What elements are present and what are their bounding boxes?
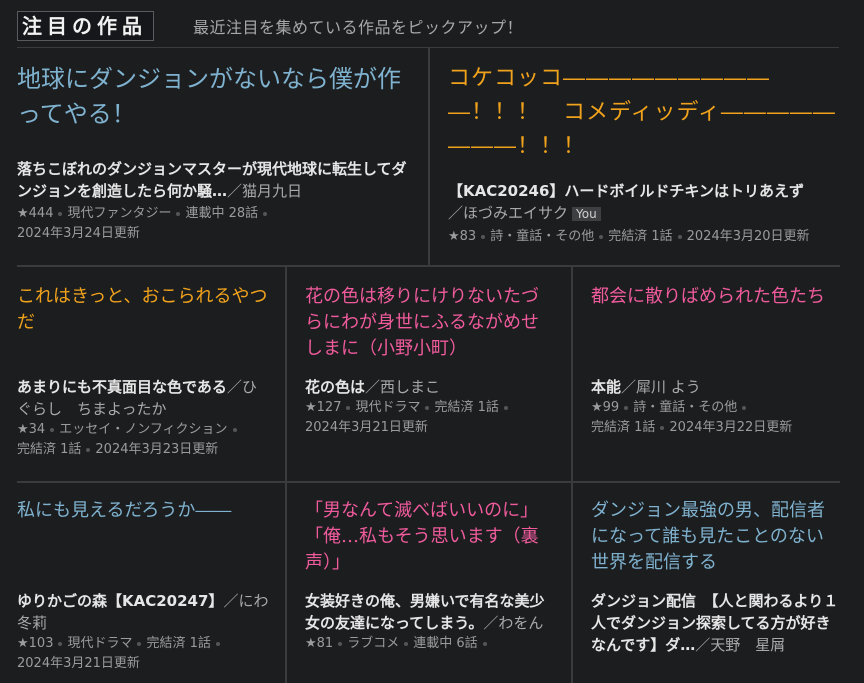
status-label: 連載中 28話 <box>185 206 259 221</box>
author-name[interactable]: ／犀川 よう <box>621 378 701 396</box>
separator-dot <box>263 211 268 216</box>
author-name[interactable]: ／猫月九日 <box>227 182 302 200</box>
star-count: ★34 <box>17 422 46 437</box>
work-catchphrase[interactable]: 本能／犀川 よう <box>591 376 840 398</box>
work-title[interactable]: 花の色は移りにけりないたづらにわが身世にふるながめせしまに（小野小町） <box>305 284 555 376</box>
status-label: 完結済 1話 <box>608 229 673 244</box>
work-desc-text: 花の色は <box>305 378 366 396</box>
genre-label: ラブコメ <box>347 636 400 651</box>
status-label: 連載中 6話 <box>413 636 478 651</box>
work-title[interactable]: これはきっと、おこられるやつだ <box>17 284 269 376</box>
divider <box>571 267 573 481</box>
star-count: ★103 <box>17 636 54 651</box>
status-label: 完結済 1話 <box>434 400 499 415</box>
work-title[interactable]: 私にも見えるだろうか―― <box>17 498 269 590</box>
work-catchphrase[interactable]: ダンジョン配信 【人と関わるより１人でダンジョン探索してる方が好きなんです】ダ…… <box>591 590 840 656</box>
updated-date: 2024年3月20日更新 <box>686 229 810 244</box>
work-meta: ★83 詩・童話・その他 完結済 1話 2024年3月20日更新 <box>448 227 840 247</box>
separator-dot <box>86 447 91 452</box>
star-count: ★99 <box>591 400 620 415</box>
separator-dot <box>346 405 351 410</box>
status-label: 完結済 1話 <box>146 636 211 651</box>
updated-date: 2024年3月21日更新 <box>305 420 428 435</box>
separator-dot <box>660 425 665 430</box>
separator-dot <box>58 211 63 216</box>
genre-label: 詩・童話・その他 <box>633 400 738 415</box>
work-title[interactable]: 都会に散りばめられた色たち <box>591 284 840 376</box>
star-count: ★127 <box>305 400 342 415</box>
work-meta: ★127 現代ドラマ 完結済 1話 2024年3月21日更新 <box>305 398 555 438</box>
separator-dot <box>503 405 508 410</box>
you-badge: You <box>572 207 601 221</box>
status-label: 完結済 1話 <box>17 442 82 457</box>
separator-dot <box>232 427 237 432</box>
genre-label: 現代ドラマ <box>67 636 133 651</box>
work-catchphrase[interactable]: 落ちこぼれのダンジョンマスターが現代地球に転生してダンジョンを創造したら何か騒…… <box>17 158 412 202</box>
work-card[interactable]: ダンジョン最強の男、配信者になって誰も見たことのない世界を配信する ダンジョン配… <box>591 498 840 656</box>
separator-dot <box>176 211 181 216</box>
work-desc-text: あまりにも不真面目な色である <box>17 378 227 396</box>
divider <box>428 48 430 265</box>
updated-date: 2024年3月23日更新 <box>95 442 219 457</box>
work-card[interactable]: 都会に散りばめられた色たち 本能／犀川 よう ★99 詩・童話・その他完結済 1話… <box>591 284 840 438</box>
author-name[interactable]: ／天野 星屑 <box>695 636 785 654</box>
author-name[interactable]: ／ほづみエイサク <box>448 204 568 222</box>
work-title[interactable]: 「男なんて滅べばいいのに」「俺…私もそう思います（裏声）」 <box>305 498 555 590</box>
work-title[interactable]: コケコッコ――――――――――！！！ コメディッディ――――――――！！！ <box>448 62 840 180</box>
divider <box>17 481 840 483</box>
work-card[interactable]: 地球にダンジョンがないなら僕が作ってやる！ 落ちこぼれのダンジョンマスターが現代… <box>17 62 412 244</box>
work-meta: ★103 現代ドラマ 完結済 1話 2024年3月21日更新 <box>17 634 269 674</box>
author-name[interactable]: ／西しまこ <box>365 378 440 396</box>
work-title[interactable]: ダンジョン最強の男、配信者になって誰も見たことのない世界を配信する <box>591 498 840 590</box>
work-meta: ★444 現代ファンタジー 連載中 28話 2024年3月24日更新 <box>17 204 412 244</box>
work-catchphrase[interactable]: あまりにも不真面目な色である／ひぐらし ちまよったか <box>17 376 269 420</box>
separator-dot <box>481 234 486 239</box>
status-label: 完結済 1話 <box>591 420 656 435</box>
separator-dot <box>624 405 629 410</box>
work-card[interactable]: これはきっと、おこられるやつだ あまりにも不真面目な色である／ひぐらし ちまよっ… <box>17 284 269 460</box>
separator-dot <box>338 641 343 646</box>
work-desc-text: 落ちこぼれのダンジョンマスターが現代地球に転生してダンジョンを創造したら何か騒… <box>17 160 407 200</box>
work-meta: ★81 ラブコメ 連載中 6話 <box>305 634 555 654</box>
updated-date: 2024年3月22日更新 <box>669 420 793 435</box>
star-count: ★444 <box>17 206 54 221</box>
divider <box>285 483 287 683</box>
genre-label: エッセイ・ノンフィクション <box>59 422 228 437</box>
separator-dot <box>137 641 142 646</box>
separator-dot <box>404 641 409 646</box>
divider <box>571 483 573 683</box>
separator-dot <box>742 405 747 410</box>
work-desc-text: ゆりかごの森【KAC20247】 <box>17 592 224 610</box>
author-name[interactable]: ／わをん <box>483 614 543 632</box>
genre-label: 詩・童話・その他 <box>490 229 595 244</box>
work-card[interactable]: コケコッコ――――――――――！！！ コメディッディ――――――――！！！ 【K… <box>448 62 840 247</box>
genre-label: 現代ドラマ <box>355 400 421 415</box>
separator-dot <box>599 234 604 239</box>
work-catchphrase[interactable]: ゆりかごの森【KAC20247】／にわ冬莉 <box>17 590 269 634</box>
star-count: ★83 <box>448 229 477 244</box>
updated-date: 2024年3月24日更新 <box>17 226 140 241</box>
separator-dot <box>50 427 55 432</box>
separator-dot <box>215 641 220 646</box>
divider <box>17 265 840 267</box>
work-card[interactable]: 「男なんて滅べばいいのに」「俺…私もそう思います（裏声）」 女装好きの俺、男嫌い… <box>305 498 555 654</box>
updated-date: 2024年3月21日更新 <box>17 656 140 671</box>
separator-dot <box>425 405 430 410</box>
separator-dot <box>58 641 63 646</box>
separator-dot <box>677 234 682 239</box>
work-title[interactable]: 地球にダンジョンがないなら僕が作ってやる！ <box>17 62 412 158</box>
separator-dot <box>482 641 487 646</box>
work-card[interactable]: 私にも見えるだろうか―― ゆりかごの森【KAC20247】／にわ冬莉 ★103 現… <box>17 498 269 674</box>
work-desc-text: 本能 <box>591 378 622 396</box>
genre-label: 現代ファンタジー <box>67 206 172 221</box>
divider <box>285 267 287 481</box>
work-catchphrase[interactable]: 女装好きの俺、男嫌いで有名な美少女の友達になってしまう。／わをん <box>305 590 555 634</box>
star-count: ★81 <box>305 636 334 651</box>
work-desc-text: 【KAC20246】ハードボイルドチキンはトリあえず <box>448 182 804 200</box>
work-catchphrase[interactable]: 花の色は／西しまこ <box>305 376 555 398</box>
work-meta: ★34 エッセイ・ノンフィクション完結済 1話 2024年3月23日更新 <box>17 420 269 460</box>
work-catchphrase[interactable]: 【KAC20246】ハードボイルドチキンはトリあえず ／ほづみエイサク You <box>448 180 840 225</box>
work-card[interactable]: 花の色は移りにけりないたづらにわが身世にふるながめせしまに（小野小町） 花の色は… <box>305 284 555 438</box>
work-meta: ★99 詩・童話・その他完結済 1話 2024年3月22日更新 <box>591 398 840 438</box>
